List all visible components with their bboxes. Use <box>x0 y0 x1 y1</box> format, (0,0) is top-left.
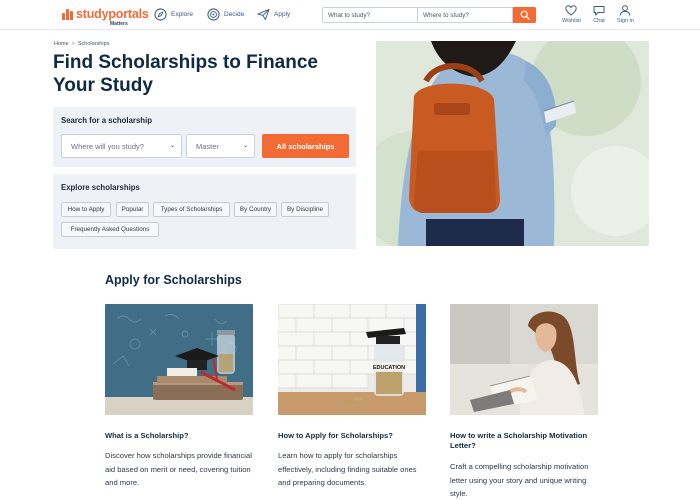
nav-explore[interactable]: Explore <box>154 8 193 21</box>
sign-in-label: Sign in <box>617 18 634 24</box>
chevron-down-icon: ⌄ <box>242 143 248 149</box>
breadcrumb-separator: > <box>71 41 75 47</box>
breadcrumb-current: Scholarships <box>77 41 110 47</box>
study-location-select[interactable]: Where will you study? ⌄ <box>61 134 182 158</box>
target-icon <box>207 8 220 21</box>
hero-student-backpack-image <box>376 41 649 246</box>
breadcrumb: Home > Scholarships <box>54 41 109 47</box>
logo-tagline: Matters <box>110 20 128 27</box>
logo-mark-icon <box>62 9 73 20</box>
search-icon <box>520 10 530 20</box>
heart-icon <box>565 5 578 16</box>
scholarship-card-1-description: Discover how scholarships provide financ… <box>105 451 252 487</box>
scholarship-card-3-title[interactable]: How to write a Scholarship Motivation Le… <box>450 431 598 451</box>
logo-wordmark: studyportals <box>76 7 149 21</box>
page-title: Find Scholarships to Finance Your Study <box>53 52 318 96</box>
chat-button[interactable]: Chat <box>593 5 605 24</box>
chip-popular[interactable]: Popular <box>116 202 149 217</box>
jar-label: EDUCATION <box>373 365 405 371</box>
scholarship-card-1-title[interactable]: What is a Scholarship? <box>105 431 253 441</box>
compass-icon <box>154 8 167 21</box>
chip-how-to-apply[interactable]: How to Apply <box>61 202 111 217</box>
nav-explore-label: Explore <box>171 11 194 18</box>
degree-value: Master <box>196 142 219 151</box>
where-to-study-input[interactable]: Where to study? <box>418 8 513 22</box>
top-header: studyportals Matters Explore Decide Appl… <box>0 0 700 30</box>
chip-by-country[interactable]: By Country <box>234 202 277 217</box>
degree-select[interactable]: Master ⌄ <box>186 134 255 158</box>
nav-apply-label: Apply <box>274 11 291 18</box>
chip-faq[interactable]: Frequently Asked Questions <box>61 222 159 237</box>
header-search-button[interactable] <box>513 7 536 23</box>
wishlist-button[interactable]: Wishlist <box>562 5 581 24</box>
nav-apply[interactable]: Apply <box>257 8 290 21</box>
explore-scholarships-panel: Explore scholarships How to Apply Popula… <box>53 174 356 249</box>
nav-decide-label: Decide <box>224 11 245 18</box>
studyportals-logo[interactable]: studyportals Matters <box>62 8 149 27</box>
scholarship-card-3-image[interactable] <box>450 304 598 415</box>
scholarship-card-3-description: Craft a compelling scholarship motivatio… <box>450 462 589 498</box>
chat-label: Chat <box>593 18 605 24</box>
scholarship-search-panel: Search for a scholarship Where will you … <box>53 107 356 167</box>
breadcrumb-home[interactable]: Home <box>54 41 69 47</box>
wishlist-label: Wishlist <box>562 18 581 24</box>
scholarship-card-2-description: Learn how to apply for scholarships effe… <box>278 451 417 487</box>
nav-decide[interactable]: Decide <box>207 8 244 21</box>
chat-icon <box>593 6 605 16</box>
scholarship-card-2-image[interactable]: EDUCATION <box>278 304 426 415</box>
chevron-down-icon: ⌄ <box>169 143 175 149</box>
chip-types-of-scholarships[interactable]: Types of Scholarships <box>153 202 230 217</box>
chip-by-discipline[interactable]: By Discipline <box>281 202 329 217</box>
scholarship-card-1-image[interactable] <box>105 304 253 415</box>
paper-plane-icon <box>257 8 270 21</box>
study-location-placeholder: Where will you study? <box>71 142 144 151</box>
search-panel-title: Search for a scholarship <box>61 116 152 125</box>
sign-in-button[interactable]: Sign in <box>617 5 634 24</box>
user-icon <box>620 5 631 16</box>
scholarship-card-2-title[interactable]: How to Apply for Scholarships? <box>278 431 426 441</box>
all-scholarships-button[interactable]: All scholarships <box>262 134 349 158</box>
header-search-bar: What to study? Where to study? <box>322 7 536 23</box>
explore-panel-title: Explore scholarships <box>61 183 140 192</box>
what-to-study-input[interactable]: What to study? <box>323 8 418 22</box>
apply-section-title: Apply for Scholarships <box>105 273 242 287</box>
